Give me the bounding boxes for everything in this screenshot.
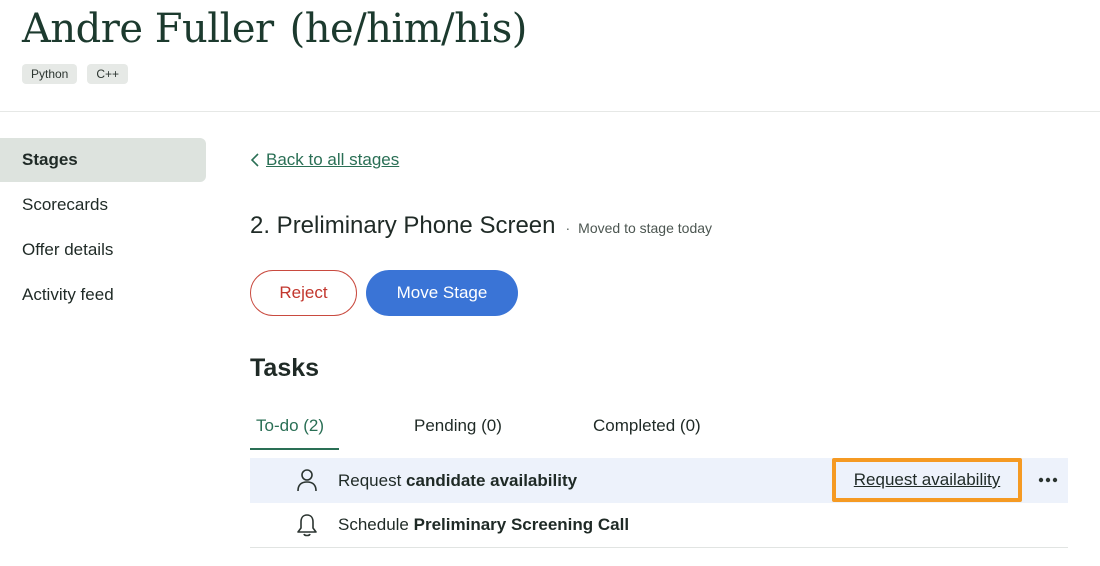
stage-separator: · — [565, 220, 571, 236]
stage-title: 2. Preliminary Phone Screen — [250, 212, 556, 239]
tag-python: Python — [22, 64, 78, 84]
reject-button[interactable]: Reject — [250, 270, 357, 316]
request-availability-link[interactable]: Request availability — [854, 470, 1000, 490]
stage-heading: 2. Preliminary Phone Screen · Moved to s… — [250, 212, 712, 240]
sidebar-item-scorecards[interactable]: Scorecards — [0, 183, 206, 227]
task-tabs: To-do (2) Pending (0) Completed (0) — [250, 410, 1068, 450]
person-icon — [297, 469, 317, 492]
bell-icon — [297, 514, 317, 537]
active-tab-indicator — [250, 448, 339, 450]
sidebar-item-stages[interactable]: Stages — [0, 138, 206, 182]
sidebar-item-offer-details[interactable]: Offer details — [0, 228, 206, 272]
task-row: Schedule Preliminary Screening Call — [250, 503, 1068, 548]
skill-tags: Python C++ — [22, 64, 129, 84]
more-options-icon[interactable] — [1038, 476, 1058, 484]
tasks-heading: Tasks — [250, 354, 320, 382]
candidate-pronouns: (he/him/his) — [289, 6, 528, 52]
sidebar: Stages Scorecards Offer details Activity… — [0, 138, 206, 318]
task-subject: candidate availability — [406, 470, 578, 490]
back-to-stages-link[interactable]: Back to all stages — [250, 150, 399, 170]
task-prefix: Request — [338, 470, 407, 490]
task-prefix: Schedule — [338, 515, 414, 534]
task-text: Request candidate availability — [338, 471, 577, 491]
tag-cpp: C++ — [87, 64, 129, 84]
task-row: Request candidate availability Request a… — [250, 458, 1068, 503]
tab-completed[interactable]: Completed (0) — [593, 416, 701, 436]
candidate-name: Andre Fuller (he/him/his) — [22, 6, 527, 52]
request-availability-highlight: Request availability — [832, 458, 1022, 502]
tab-pending[interactable]: Pending (0) — [414, 416, 502, 436]
stage-meta: Moved to stage today — [578, 220, 713, 236]
candidate-header: Andre Fuller (he/him/his) Python C++ — [0, 0, 1100, 112]
task-subject: Preliminary Screening Call — [413, 515, 630, 534]
chevron-left-icon — [250, 153, 259, 167]
candidate-name-text: Andre Fuller — [22, 6, 274, 52]
tab-todo[interactable]: To-do (2) — [256, 416, 324, 436]
back-link-label: Back to all stages — [266, 150, 400, 169]
task-text: Schedule Preliminary Screening Call — [338, 515, 629, 535]
candidate-page: Andre Fuller (he/him/his) Python C++ Stag… — [0, 0, 1100, 566]
move-stage-button[interactable]: Move Stage — [366, 270, 518, 316]
sidebar-item-activity-feed[interactable]: Activity feed — [0, 273, 206, 317]
